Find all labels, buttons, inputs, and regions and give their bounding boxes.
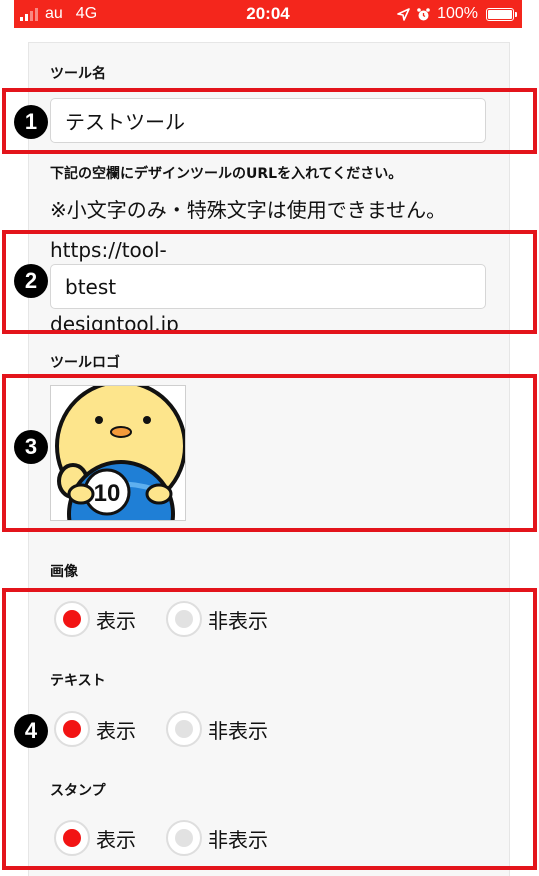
annotation-box-1 xyxy=(2,88,537,154)
annotation-box-4 xyxy=(2,588,537,870)
image-section-label: 画像 xyxy=(50,564,78,580)
annotation-marker-2: 2 xyxy=(14,264,48,298)
annotation-box-2 xyxy=(2,230,537,334)
status-right: 100% xyxy=(397,5,517,23)
url-note: ※小文字のみ・特殊文字は使用できません。 xyxy=(50,198,447,222)
battery-icon xyxy=(486,7,517,21)
alarm-icon xyxy=(417,7,430,20)
annotation-box-3 xyxy=(2,374,537,532)
annotation-marker-1: 1 xyxy=(14,105,48,139)
annotation-marker-3: 3 xyxy=(14,430,48,464)
annotation-marker-4: 4 xyxy=(14,714,48,748)
status-bar: au 4G 20:04 100% xyxy=(14,0,522,28)
tool-logo-label: ツールロゴ xyxy=(50,355,120,371)
tool-name-label: ツール名 xyxy=(50,66,106,82)
location-icon xyxy=(397,7,410,21)
battery-percent: 100% xyxy=(437,5,478,22)
url-instruction: 下記の空欄にデザインツールのURLを入れてください。 xyxy=(50,166,403,182)
